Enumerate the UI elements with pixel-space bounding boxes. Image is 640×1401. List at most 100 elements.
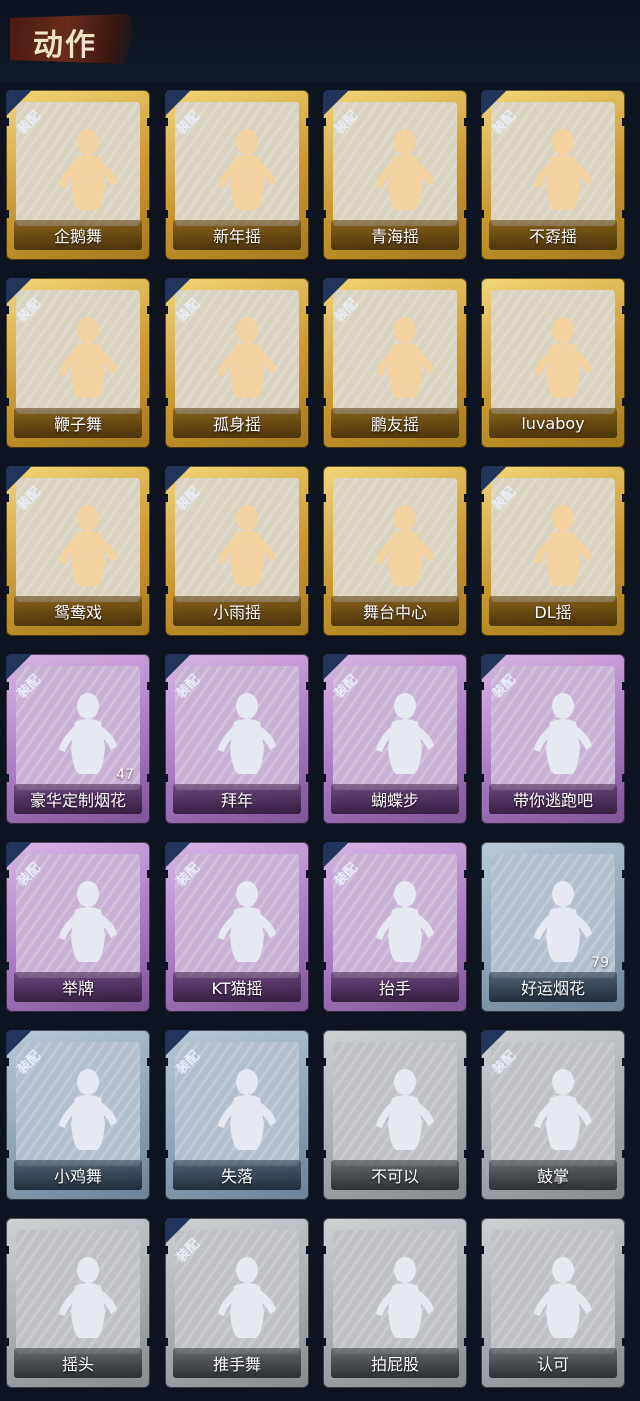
emote-card[interactable]: 认可 — [478, 1214, 628, 1392]
equipped-badge: 装配 — [6, 1030, 62, 1086]
emote-card[interactable]: 拜年 装配 — [162, 650, 312, 828]
emote-pose-icon — [534, 317, 592, 398]
equipped-badge: 装配 — [6, 842, 62, 898]
emote-card[interactable]: 失落 装配 — [162, 1026, 312, 1204]
item-count: 47 — [116, 767, 134, 783]
equipped-badge-label: 装配 — [331, 296, 361, 326]
equipped-badge: 装配 — [6, 654, 62, 710]
emote-name: 舞台中心 — [331, 596, 459, 626]
frame-notch — [464, 774, 470, 782]
emote-pose-icon — [218, 881, 276, 962]
emote-name: 不可以 — [331, 1160, 459, 1190]
emote-pose-icon — [218, 317, 276, 398]
emote-card[interactable]: luvaboy — [478, 274, 628, 452]
card-frame: 拍屁股 — [320, 1218, 470, 1388]
emote-card[interactable]: 不可以 — [320, 1026, 470, 1204]
emote-card[interactable]: 47 豪华定制烟花 装配 — [3, 650, 153, 828]
equipped-badge-label: 装配 — [331, 860, 361, 890]
card-frame: 带你逃跑吧 装配 — [478, 654, 628, 824]
emote-card[interactable]: 鸳鸯戏 装配 — [3, 462, 153, 640]
frame-notch — [306, 962, 312, 970]
emote-card[interactable]: 带你逃跑吧 装配 — [478, 650, 628, 828]
frame-notch — [478, 306, 484, 314]
emote-card[interactable]: 拍屁股 — [320, 1214, 470, 1392]
frame-notch — [306, 1150, 312, 1158]
emote-name: 推手舞 — [173, 1348, 301, 1378]
frame-notch — [464, 118, 470, 126]
equipped-badge-label: 装配 — [173, 672, 203, 702]
frame-notch — [320, 398, 326, 406]
emote-card[interactable]: DL摇 装配 — [478, 462, 628, 640]
card-art — [491, 1230, 615, 1354]
header-bar: 动作 — [0, 0, 640, 82]
emote-card[interactable]: 企鹅舞 装配 — [3, 86, 153, 264]
card-frame: 鼓掌 装配 — [478, 1030, 628, 1200]
emote-card[interactable]: 举牌 装配 — [3, 838, 153, 1016]
emote-card[interactable]: 不孬摇 装配 — [478, 86, 628, 264]
emote-card[interactable]: 孤身摇 装配 — [162, 274, 312, 452]
equipped-badge: 装配 — [323, 654, 379, 710]
equipped-badge-label: 装配 — [173, 1048, 203, 1078]
page-title: 动作 — [33, 28, 97, 63]
equipped-badge-label: 装配 — [489, 484, 519, 514]
equipped-badge: 装配 — [481, 466, 537, 522]
frame-notch — [464, 1150, 470, 1158]
emote-card[interactable]: 小鸡舞 装配 — [3, 1026, 153, 1204]
emote-card[interactable]: 鹏友摇 装配 — [320, 274, 470, 452]
frame-notch — [306, 1338, 312, 1346]
frame-notch — [147, 682, 153, 690]
frame-notch — [147, 962, 153, 970]
emote-pose-icon — [376, 505, 434, 586]
equipped-badge: 装配 — [165, 1218, 221, 1274]
emote-card[interactable]: 摇头 — [3, 1214, 153, 1392]
frame-notch — [147, 774, 153, 782]
frame-notch — [464, 1058, 470, 1066]
frame-notch — [147, 586, 153, 594]
card-frame: 推手舞 装配 — [162, 1218, 312, 1388]
equipped-badge: 装配 — [323, 278, 379, 334]
frame-notch — [320, 962, 326, 970]
emote-card[interactable]: 79 好运烟花 — [478, 838, 628, 1016]
emote-name: 小鸡舞 — [14, 1160, 142, 1190]
emote-pose-icon — [59, 881, 117, 962]
emote-name: 抬手 — [331, 972, 459, 1002]
equipped-badge: 装配 — [165, 842, 221, 898]
emote-name: 拍屁股 — [331, 1348, 459, 1378]
equipped-badge-label: 装配 — [331, 672, 361, 702]
equipped-badge: 装配 — [481, 1030, 537, 1086]
card-frame: DL摇 装配 — [478, 466, 628, 636]
equipped-badge: 装配 — [165, 1030, 221, 1086]
emote-name: 青海摇 — [331, 220, 459, 250]
frame-notch — [3, 1150, 9, 1158]
frame-notch — [306, 586, 312, 594]
frame-notch — [464, 870, 470, 878]
emote-card[interactable]: 小雨摇 装配 — [162, 462, 312, 640]
emote-card[interactable]: 推手舞 装配 — [162, 1214, 312, 1392]
frame-notch — [320, 1338, 326, 1346]
frame-notch — [320, 1058, 326, 1066]
emote-card[interactable]: 新年摇 装配 — [162, 86, 312, 264]
equipped-badge-label: 装配 — [14, 672, 44, 702]
frame-notch — [478, 398, 484, 406]
emote-card[interactable]: 青海摇 装配 — [320, 86, 470, 264]
card-frame: 失落 装配 — [162, 1030, 312, 1200]
frame-notch — [320, 1150, 326, 1158]
emote-card[interactable]: 蝴蝶步 装配 — [320, 650, 470, 828]
emote-card[interactable]: 鞭子舞 装配 — [3, 274, 153, 452]
emote-card[interactable]: 抬手 装配 — [320, 838, 470, 1016]
card-frame: luvaboy — [478, 278, 628, 448]
equipped-badge: 装配 — [481, 90, 537, 146]
card-frame: KT猫摇 装配 — [162, 842, 312, 1012]
equipped-badge-label: 装配 — [14, 108, 44, 138]
item-count: 79 — [591, 955, 609, 971]
emote-card[interactable]: 舞台中心 — [320, 462, 470, 640]
emote-pose-icon — [59, 505, 117, 586]
emote-card[interactable]: 鼓掌 装配 — [478, 1026, 628, 1204]
card-frame: 企鹅舞 装配 — [3, 90, 153, 260]
emote-card[interactable]: KT猫摇 装配 — [162, 838, 312, 1016]
frame-notch — [147, 1246, 153, 1254]
emote-name: 豪华定制烟花 — [14, 784, 142, 814]
equipped-badge-label: 装配 — [14, 296, 44, 326]
frame-notch — [147, 1150, 153, 1158]
frame-notch — [3, 586, 9, 594]
